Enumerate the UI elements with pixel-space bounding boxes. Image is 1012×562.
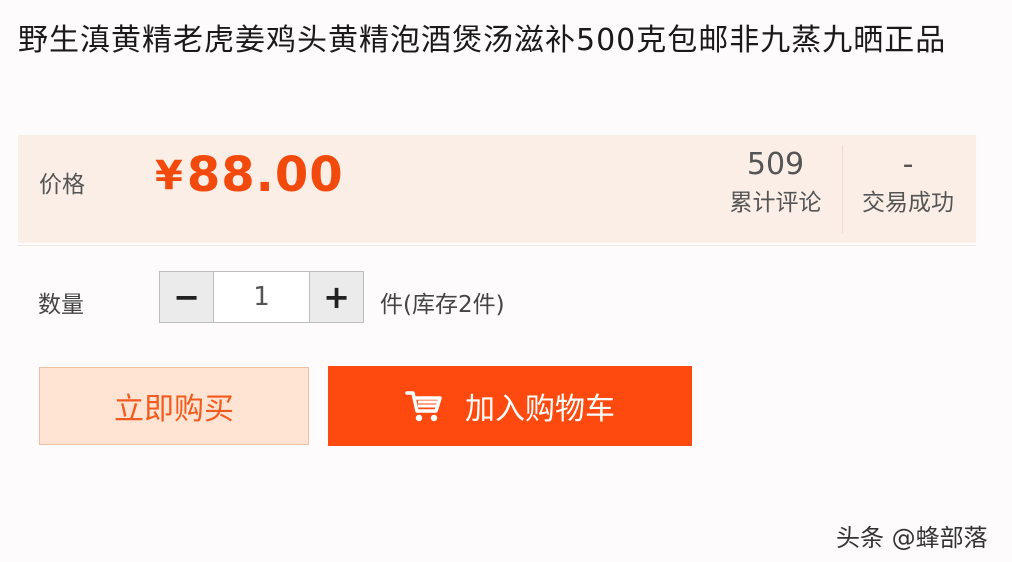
quantity-stepper: − +: [159, 271, 364, 323]
buy-now-label: 立即购买: [114, 392, 234, 427]
trades-label: 交易成功: [862, 190, 954, 216]
trades-count: -: [902, 147, 914, 182]
stat-divider: [842, 145, 843, 233]
currency-symbol: ¥: [155, 153, 183, 199]
trades-stat: - 交易成功: [853, 145, 963, 221]
divider: [18, 245, 976, 246]
stock-text: 件(库存2件): [380, 292, 505, 318]
quantity-input[interactable]: [214, 272, 309, 322]
buy-now-button[interactable]: 立即购买: [39, 367, 309, 445]
product-page: 野生滇黄精老虎姜鸡头黄精泡酒煲汤滋补500克包邮非九蒸九晒正品 价格 ¥88.0…: [0, 0, 1012, 562]
product-title: 野生滇黄精老虎姜鸡头黄精泡酒煲汤滋补500克包邮非九蒸九晒正品: [18, 23, 947, 58]
add-to-cart-button[interactable]: 加入购物车: [328, 366, 692, 446]
price-value: ¥88.00: [155, 147, 344, 203]
reviews-count: 509: [746, 147, 805, 182]
price-amount: 88.00: [186, 147, 344, 203]
reviews-label: 累计评论: [729, 190, 822, 216]
quantity-label: 数量: [38, 292, 84, 318]
reviews-stat[interactable]: 509 累计评论: [718, 145, 833, 221]
increase-quantity-button[interactable]: +: [309, 272, 363, 322]
decrease-quantity-button[interactable]: −: [160, 272, 214, 322]
price-panel: 价格 ¥88.00 509 累计评论 - 交易成功: [18, 135, 976, 243]
watermark: 头条 @蜂部落: [836, 524, 988, 552]
add-to-cart-label: 加入购物车: [465, 392, 615, 427]
shopping-cart-icon: [405, 389, 443, 423]
price-label: 价格: [39, 172, 85, 198]
